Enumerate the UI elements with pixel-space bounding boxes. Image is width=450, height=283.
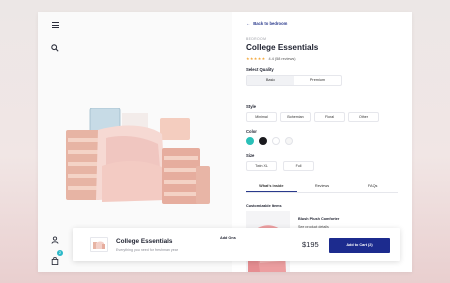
product-category: BEDROOM xyxy=(246,37,267,41)
color-swatch-white[interactable] xyxy=(272,137,280,145)
color-swatch-black[interactable] xyxy=(259,137,267,145)
size-option-full[interactable]: Full xyxy=(283,161,314,171)
quality-option-basic[interactable]: Basic xyxy=(247,76,294,85)
size-option-twin-xl[interactable]: Twin XL xyxy=(246,161,277,171)
star-rating-icon: ★★★★★ xyxy=(246,57,266,61)
info-tabs: What's inside Reviews FAQs xyxy=(246,181,398,193)
item-name: Blush Plush Comforter xyxy=(298,217,340,221)
rating-text: 4.4 (58 reviews) xyxy=(268,57,296,61)
customizable-items-label: Customizable Items xyxy=(246,204,282,208)
product-image xyxy=(62,107,212,208)
bar-title: College Essentials xyxy=(116,238,173,245)
product-title: College Essentials xyxy=(246,43,319,52)
menu-icon[interactable] xyxy=(52,22,59,28)
sticky-cart-bar: College Essentials Everything you need f… xyxy=(73,228,400,261)
price: $195 xyxy=(302,240,319,249)
color-swatch-teal[interactable] xyxy=(246,137,254,145)
add-to-cart-button[interactable]: Add to Cart (2) xyxy=(329,238,390,253)
cart-count-badge: 2 xyxy=(57,250,63,256)
style-option-other[interactable]: Other xyxy=(348,112,379,122)
back-link[interactable]: ← Back to bedroom xyxy=(246,21,287,26)
style-option-floral[interactable]: Floral xyxy=(314,112,345,122)
style-option-bohemian[interactable]: Bohemian xyxy=(280,112,311,122)
style-options: Minimal Bohemian Floral Other xyxy=(246,112,379,122)
quality-label: Select Quality xyxy=(246,67,274,72)
bar-subtitle: Everything you need for freshman year xyxy=(116,248,178,252)
size-label: Size xyxy=(246,153,255,158)
back-link-label: Back to bedroom xyxy=(253,21,288,26)
search-icon[interactable] xyxy=(51,39,59,57)
color-swatches xyxy=(246,137,293,145)
size-options: Twin XL Full xyxy=(246,161,314,171)
quality-option-premium[interactable]: Premium xyxy=(294,76,341,85)
tab-whats-inside[interactable]: What's inside xyxy=(246,181,297,192)
color-label: Color xyxy=(246,129,257,134)
color-swatch-light[interactable] xyxy=(285,137,293,145)
tab-reviews[interactable]: Reviews xyxy=(297,181,348,192)
add-ons-label[interactable]: Add Ons xyxy=(220,236,236,240)
style-option-minimal[interactable]: Minimal xyxy=(246,112,277,122)
tab-faqs[interactable]: FAQs xyxy=(347,181,398,192)
user-icon[interactable] xyxy=(51,231,59,249)
arrow-left-icon: ← xyxy=(246,21,251,26)
bar-product-thumbnail xyxy=(90,237,108,252)
style-label: Style xyxy=(246,104,257,109)
quality-selector: Basic Premium xyxy=(246,75,342,86)
rating: ★★★★★ 4.4 (58 reviews) xyxy=(246,56,296,61)
